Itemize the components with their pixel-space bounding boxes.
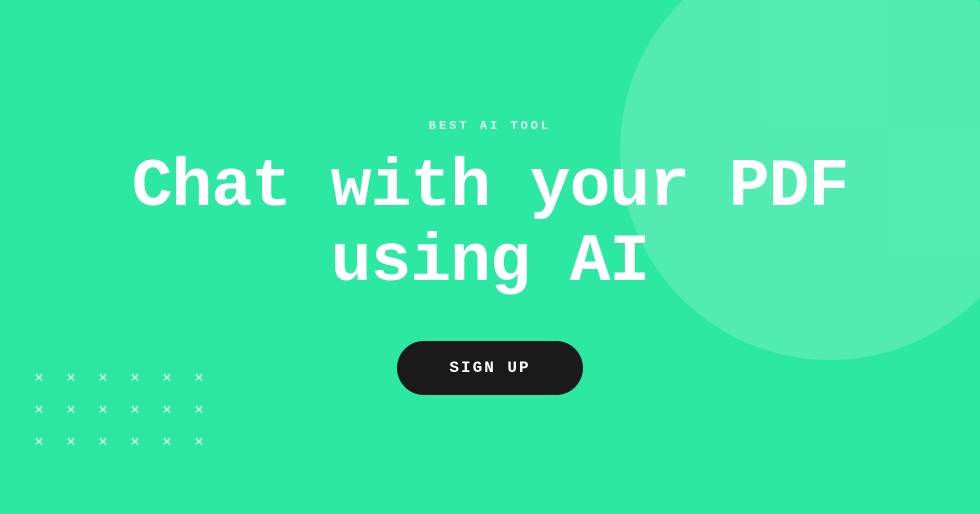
signup-button[interactable]: SiGN UP [397, 341, 582, 395]
dot-1: × [28, 368, 50, 390]
dot-13: × [28, 432, 50, 454]
hero-title-line2: using AI [331, 224, 649, 301]
dot-8: × [60, 400, 82, 422]
dot-18: × [188, 432, 210, 454]
dot-15: × [92, 432, 114, 454]
dot-9: × [92, 400, 114, 422]
dot-16: × [124, 432, 146, 454]
dot-14: × [60, 432, 82, 454]
dot-2: × [60, 368, 82, 390]
dot-7: × [28, 400, 50, 422]
dot-10: × [124, 400, 146, 422]
hero-title-line1: Chat with your PDF [132, 149, 849, 226]
dot-11: × [156, 400, 178, 422]
hero-subtitle: BEST AI TOOL [429, 119, 551, 133]
dot-17: × [156, 432, 178, 454]
hero-section: × × × × × × × × × × × × × × × × × × BEST… [0, 0, 980, 514]
hero-title: Chat with your PDF using AI [132, 151, 849, 301]
dot-3: × [92, 368, 114, 390]
dot-12: × [188, 400, 210, 422]
hero-content: BEST AI TOOL Chat with your PDF using AI… [132, 119, 849, 395]
